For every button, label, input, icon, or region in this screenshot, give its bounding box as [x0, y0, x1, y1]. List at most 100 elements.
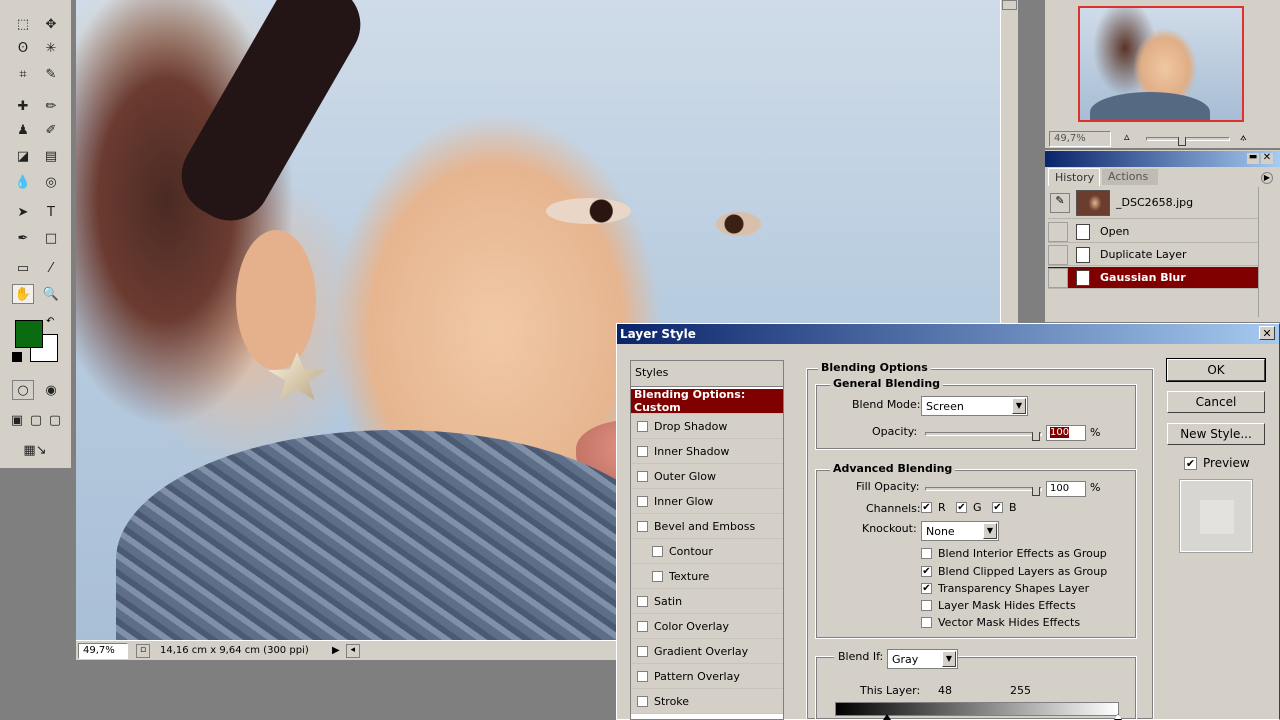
preview-option[interactable]: ✔ Preview: [1184, 456, 1250, 470]
style-blending-options[interactable]: Blending Options: Custom: [631, 388, 783, 414]
checkbox[interactable]: [921, 548, 932, 559]
checkbox[interactable]: [637, 495, 648, 507]
pen-icon[interactable]: ✒: [12, 228, 34, 248]
move-icon[interactable]: ✥: [40, 14, 62, 34]
crop-icon[interactable]: ⌗: [12, 64, 34, 84]
navigator-zoom-field[interactable]: 49,7%: [1049, 131, 1111, 147]
screen-mode-standard-icon[interactable]: ▣: [8, 410, 26, 430]
panel-menu-icon[interactable]: ▶: [1261, 172, 1273, 184]
tab-history[interactable]: History: [1048, 168, 1100, 186]
opacity-slider[interactable]: [925, 432, 1042, 436]
default-colors-icon[interactable]: [12, 352, 22, 362]
minimize-icon[interactable]: ▬: [1247, 153, 1259, 164]
knockout-select[interactable]: None ▼: [921, 521, 999, 541]
history-brush-icon[interactable]: ✐: [40, 120, 62, 140]
checkbox[interactable]: ✔: [1184, 456, 1197, 470]
blend-clipped-option[interactable]: ✔ Blend Clipped Layers as Group: [921, 565, 1107, 578]
style-contour[interactable]: Contour: [631, 539, 783, 564]
style-pattern-overlay[interactable]: Pattern Overlay: [631, 664, 783, 689]
magic-wand-icon[interactable]: ✳: [40, 38, 62, 58]
tab-actions[interactable]: Actions: [1102, 169, 1158, 185]
style-bevel-emboss[interactable]: Bevel and Emboss: [631, 514, 783, 539]
lasso-icon[interactable]: ʘ: [12, 38, 34, 58]
checkbox[interactable]: [637, 470, 648, 482]
history-step-selected[interactable]: Gaussian Blur: [1048, 267, 1258, 289]
style-color-overlay[interactable]: Color Overlay: [631, 614, 783, 639]
brush-icon[interactable]: ✏: [40, 96, 62, 116]
history-scrollbar[interactable]: [1258, 187, 1278, 317]
checkbox[interactable]: ✔: [921, 502, 932, 513]
healing-brush-icon[interactable]: ✚: [12, 96, 34, 116]
quick-mask-icon[interactable]: ◉: [40, 380, 62, 400]
hand-icon[interactable]: ✋: [12, 284, 34, 304]
opacity-input[interactable]: 100: [1046, 425, 1086, 441]
status-menu-arrow[interactable]: ▶: [332, 645, 340, 656]
type-icon[interactable]: T: [40, 202, 62, 222]
document-status-icon[interactable]: ▫: [136, 643, 150, 658]
fill-opacity-input[interactable]: 100: [1046, 481, 1086, 497]
styles-header[interactable]: Styles: [631, 361, 783, 387]
history-step[interactable]: Open: [1048, 221, 1258, 243]
eraser-icon[interactable]: ◪: [12, 146, 34, 166]
cancel-button[interactable]: Cancel: [1167, 391, 1265, 413]
marquee-icon[interactable]: ⬚: [12, 14, 34, 34]
layer-mask-hides-option[interactable]: Layer Mask Hides Effects: [921, 599, 1076, 612]
close-icon[interactable]: ✕: [1261, 153, 1273, 164]
screen-mode-full-menu-icon[interactable]: ▢: [27, 410, 45, 430]
checkbox[interactable]: [637, 620, 648, 632]
blend-if-select[interactable]: Gray ▼: [887, 649, 958, 669]
channel-r[interactable]: ✔ R: [921, 501, 946, 514]
vector-mask-hides-option[interactable]: Vector Mask Hides Effects: [921, 616, 1080, 629]
fill-opacity-slider[interactable]: [925, 487, 1042, 491]
zoom-in-icon[interactable]: ⟑: [1240, 130, 1247, 144]
checkbox[interactable]: ✔: [921, 583, 932, 594]
style-texture[interactable]: Texture: [631, 564, 783, 589]
checkbox[interactable]: ✔: [992, 502, 1003, 513]
navigator-thumbnail[interactable]: [1078, 6, 1244, 122]
checkbox[interactable]: ✔: [921, 566, 932, 577]
zoom-icon[interactable]: 🔍: [40, 284, 62, 304]
clone-stamp-icon[interactable]: ♟: [12, 120, 34, 140]
gradient-icon[interactable]: ▤: [40, 146, 62, 166]
style-satin[interactable]: Satin: [631, 589, 783, 614]
style-inner-glow[interactable]: Inner Glow: [631, 489, 783, 514]
navigator-zoom-slider[interactable]: [1146, 137, 1230, 141]
history-snapshot[interactable]: ✎ _DSC2658.jpg: [1048, 187, 1258, 219]
checkbox[interactable]: [652, 545, 663, 557]
foreground-color-swatch[interactable]: [15, 320, 43, 348]
dodge-icon[interactable]: ◎: [40, 172, 62, 192]
blur-icon[interactable]: 💧: [12, 172, 34, 192]
transparency-shapes-option[interactable]: ✔ Transparency Shapes Layer: [921, 582, 1089, 595]
zoom-field[interactable]: 49,7%: [78, 642, 128, 659]
style-stroke[interactable]: Stroke: [631, 689, 783, 714]
checkbox[interactable]: [637, 520, 648, 532]
jump-to-imageready-icon[interactable]: ▦↘: [12, 440, 58, 460]
blend-mode-select[interactable]: Screen ▼: [921, 396, 1028, 416]
style-drop-shadow[interactable]: Drop Shadow: [631, 414, 783, 439]
checkbox[interactable]: ✔: [956, 502, 967, 513]
this-layer-gradient-bar[interactable]: [835, 702, 1119, 716]
screen-mode-full-icon[interactable]: ▢: [46, 410, 64, 430]
checkbox[interactable]: [637, 445, 648, 457]
checkbox[interactable]: [921, 600, 932, 611]
blend-interior-option[interactable]: Blend Interior Effects as Group: [921, 547, 1107, 560]
checkbox[interactable]: [652, 570, 663, 582]
notes-icon[interactable]: ▭: [12, 258, 34, 278]
checkbox[interactable]: [637, 670, 648, 682]
dialog-titlebar[interactable]: Layer Style ✕: [617, 324, 1279, 344]
history-step[interactable]: Duplicate Layer: [1048, 244, 1258, 266]
history-brush-source-icon[interactable]: ✎: [1050, 192, 1070, 213]
channel-g[interactable]: ✔ G: [956, 501, 982, 514]
swap-colors-icon[interactable]: ↶: [46, 316, 54, 327]
history-panel-titlebar[interactable]: ▬ ✕: [1045, 151, 1280, 167]
checkbox[interactable]: [637, 695, 648, 707]
rectangle-icon[interactable]: □: [40, 228, 62, 248]
checkbox[interactable]: [921, 617, 932, 628]
scroll-left-button[interactable]: ◂: [345, 643, 360, 658]
new-style-button[interactable]: New Style...: [1167, 423, 1265, 445]
zoom-out-icon[interactable]: ▵: [1124, 130, 1130, 143]
eyedropper-icon[interactable]: ⁄: [40, 258, 62, 278]
standard-mode-icon[interactable]: ○: [12, 380, 34, 400]
ok-button[interactable]: OK: [1166, 358, 1266, 382]
checkbox[interactable]: [637, 595, 648, 607]
